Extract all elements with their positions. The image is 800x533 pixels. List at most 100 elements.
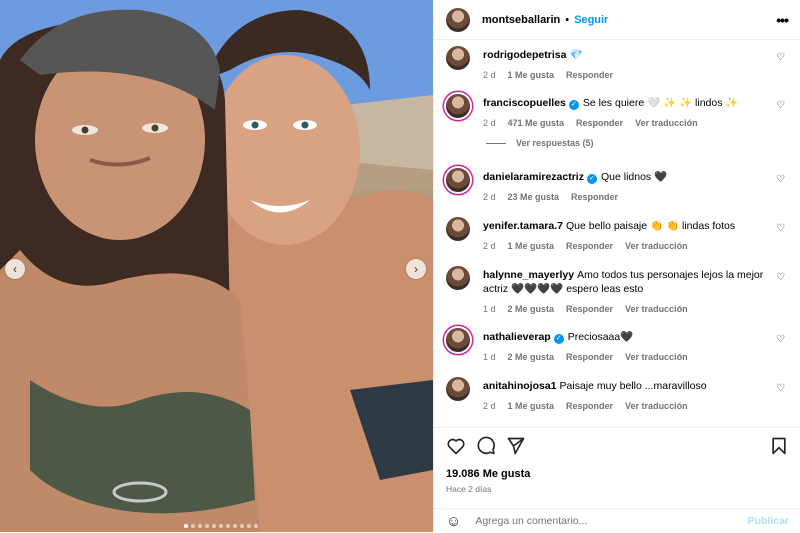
comment-item: halynne_mayerlyy Amo todos tus personajes… (446, 266, 789, 314)
comment-likes[interactable]: 23 Me gusta (508, 192, 560, 202)
comment-text: Que bello paisaje 👏 👏 lindas fotos (565, 220, 736, 232)
comment-time[interactable]: 2 d (483, 118, 496, 128)
comment-input[interactable]: Agrega un comentario... (475, 515, 747, 527)
follow-button[interactable]: Seguir (574, 14, 608, 26)
comment-time[interactable]: 2 d (483, 70, 496, 80)
reply-button[interactable]: Responder (566, 401, 613, 411)
reply-button[interactable]: Responder (566, 70, 613, 80)
comment-time[interactable]: 2 d (483, 401, 496, 411)
view-replies-label: Ver respuestas (5) (516, 138, 594, 148)
selfie-illustration (0, 0, 433, 532)
comment-meta: 1 d 2 Me gusta Responder Ver traducción (483, 352, 765, 362)
comment-item: yenifer.tamara.7 Que bello paisaje 👏 👏 li… (446, 217, 789, 251)
comment-likes[interactable]: 1 Me gusta (508, 70, 555, 80)
carousel-dot (212, 524, 216, 528)
post-actions: 19.086 Me gusta Hace 2 días ☺ Agrega un … (434, 427, 800, 532)
comment-like-heart-icon[interactable]: ♡ (776, 383, 785, 394)
commenter-avatar[interactable] (446, 377, 470, 401)
view-replies-button[interactable]: Ver respuestas (5) (486, 138, 594, 148)
commenter-avatar[interactable] (446, 46, 470, 70)
commenter-username[interactable]: yenifer.tamara.7 (483, 220, 563, 232)
commenter-username[interactable]: franciscopuelles (483, 97, 566, 109)
translate-button[interactable]: Ver traducción (625, 352, 688, 362)
commenter-avatar[interactable] (446, 94, 470, 118)
reply-button[interactable]: Responder (571, 192, 618, 202)
carousel-next-button[interactable]: › (406, 259, 426, 279)
author-username[interactable]: montseballarin (482, 14, 560, 26)
like-heart-icon[interactable] (446, 436, 466, 456)
post-photo: ‹ › (0, 0, 433, 532)
comment-item: anitahinojosa1 Paisaje muy bello ...marav… (446, 377, 789, 411)
comment-text-line: yenifer.tamara.7 Que bello paisaje 👏 👏 li… (483, 219, 765, 233)
comment-like-heart-icon[interactable]: ♡ (776, 100, 785, 111)
reply-button[interactable]: Responder (566, 304, 613, 314)
comment-text-line: anitahinojosa1 Paisaje muy bello ...marav… (483, 379, 765, 393)
carousel-dot (198, 524, 202, 528)
comment-text-line: rodrigodepetrisa 💎 (483, 48, 765, 62)
carousel-dot (219, 524, 223, 528)
comment-like-heart-icon[interactable]: ♡ (776, 334, 785, 345)
commenter-avatar[interactable] (446, 266, 470, 290)
comment-time[interactable]: 1 d (483, 304, 496, 314)
comment-meta: 2 d 471 Me gusta Responder Ver traducció… (483, 118, 765, 128)
comment-likes[interactable]: 2 Me gusta (508, 304, 555, 314)
comments-list[interactable]: rodrigodepetrisa 💎 2 d 1 Me gusta Respond… (434, 40, 800, 427)
reply-button[interactable]: Responder (576, 118, 623, 128)
commenter-username[interactable]: rodrigodepetrisa (483, 49, 566, 61)
reply-button[interactable]: Responder (566, 241, 613, 251)
carousel-prev-button[interactable]: ‹ (5, 259, 25, 279)
comment-time[interactable]: 2 d (483, 192, 496, 202)
comment-text: Preciosaaa🖤 (567, 331, 634, 343)
comment-text-line: franciscopuelles ✓ Se les quiere 🤍 ✨ ✨ lin… (483, 96, 765, 110)
reply-button[interactable]: Responder (566, 352, 613, 362)
post-header: montseballarin • Seguir ••• (434, 0, 800, 40)
comment-likes[interactable]: 1 Me gusta (508, 401, 555, 411)
comment-text: 💎 (569, 49, 583, 61)
carousel-dot (247, 524, 251, 528)
action-icons (446, 436, 789, 456)
comment-text-line: nathalieverap ✓ Preciosaaa🖤 (483, 330, 765, 344)
translate-button[interactable]: Ver traducción (625, 304, 688, 314)
commenter-avatar[interactable] (446, 168, 470, 192)
commenter-username[interactable]: danielaramirezactriz (483, 171, 584, 183)
carousel-dots (184, 524, 258, 528)
commenter-username[interactable]: nathalieverap (483, 331, 551, 343)
commenter-avatar[interactable] (446, 217, 470, 241)
verified-badge-icon: ✓ (553, 334, 564, 344)
likes-count[interactable]: 19.086 Me gusta (446, 468, 530, 480)
comment-time[interactable]: 2 d (483, 241, 496, 251)
comment-like-heart-icon[interactable]: ♡ (776, 174, 785, 185)
post-side-panel: montseballarin • Seguir ••• rodrigodepet… (433, 0, 800, 532)
comment-time[interactable]: 1 d (483, 352, 496, 362)
comment-like-heart-icon[interactable]: ♡ (776, 52, 785, 63)
translate-button[interactable]: Ver traducción (635, 118, 698, 128)
comment-like-heart-icon[interactable]: ♡ (776, 272, 785, 283)
emoji-icon[interactable]: ☺ (446, 513, 461, 530)
share-send-icon[interactable] (506, 436, 526, 456)
comment-likes[interactable]: 1 Me gusta (508, 241, 555, 251)
comment-item: rodrigodepetrisa 💎 2 d 1 Me gusta Respond… (446, 46, 789, 80)
comment-likes[interactable]: 2 Me gusta (508, 352, 555, 362)
translate-button[interactable]: Ver traducción (625, 241, 688, 251)
more-options-icon[interactable]: ••• (776, 12, 789, 28)
verified-badge-icon: ✓ (568, 100, 579, 110)
save-bookmark-icon[interactable] (769, 436, 789, 456)
comment-like-heart-icon[interactable]: ♡ (776, 223, 785, 234)
commenter-username[interactable]: halynne_mayerlyy (483, 269, 574, 281)
comment-text-line: danielaramirezactriz ✓ Que lidnos 🖤 (483, 170, 765, 184)
translate-button[interactable]: Ver traducción (625, 401, 688, 411)
comment-item: nathalieverap ✓ Preciosaaa🖤 1 d 2 Me gusta… (446, 328, 789, 362)
comment-text: Se les quiere 🤍 ✨ ✨ lindos ✨ (582, 97, 739, 109)
post-date[interactable]: Hace 2 días (446, 484, 491, 494)
comment-bubble-icon[interactable] (476, 436, 496, 456)
carousel-dot (191, 524, 195, 528)
verified-badge-icon: ✓ (586, 174, 597, 184)
author-avatar[interactable] (446, 7, 470, 32)
carousel-dot (254, 524, 258, 528)
comment-likes[interactable]: 471 Me gusta (508, 118, 565, 128)
carousel-dot (240, 524, 244, 528)
comment-meta: 2 d 1 Me gusta Responder Ver traducción (483, 241, 765, 251)
commenter-avatar[interactable] (446, 328, 470, 352)
publish-button[interactable]: Publicar (748, 515, 789, 527)
commenter-username[interactable]: anitahinojosa1 (483, 380, 557, 392)
